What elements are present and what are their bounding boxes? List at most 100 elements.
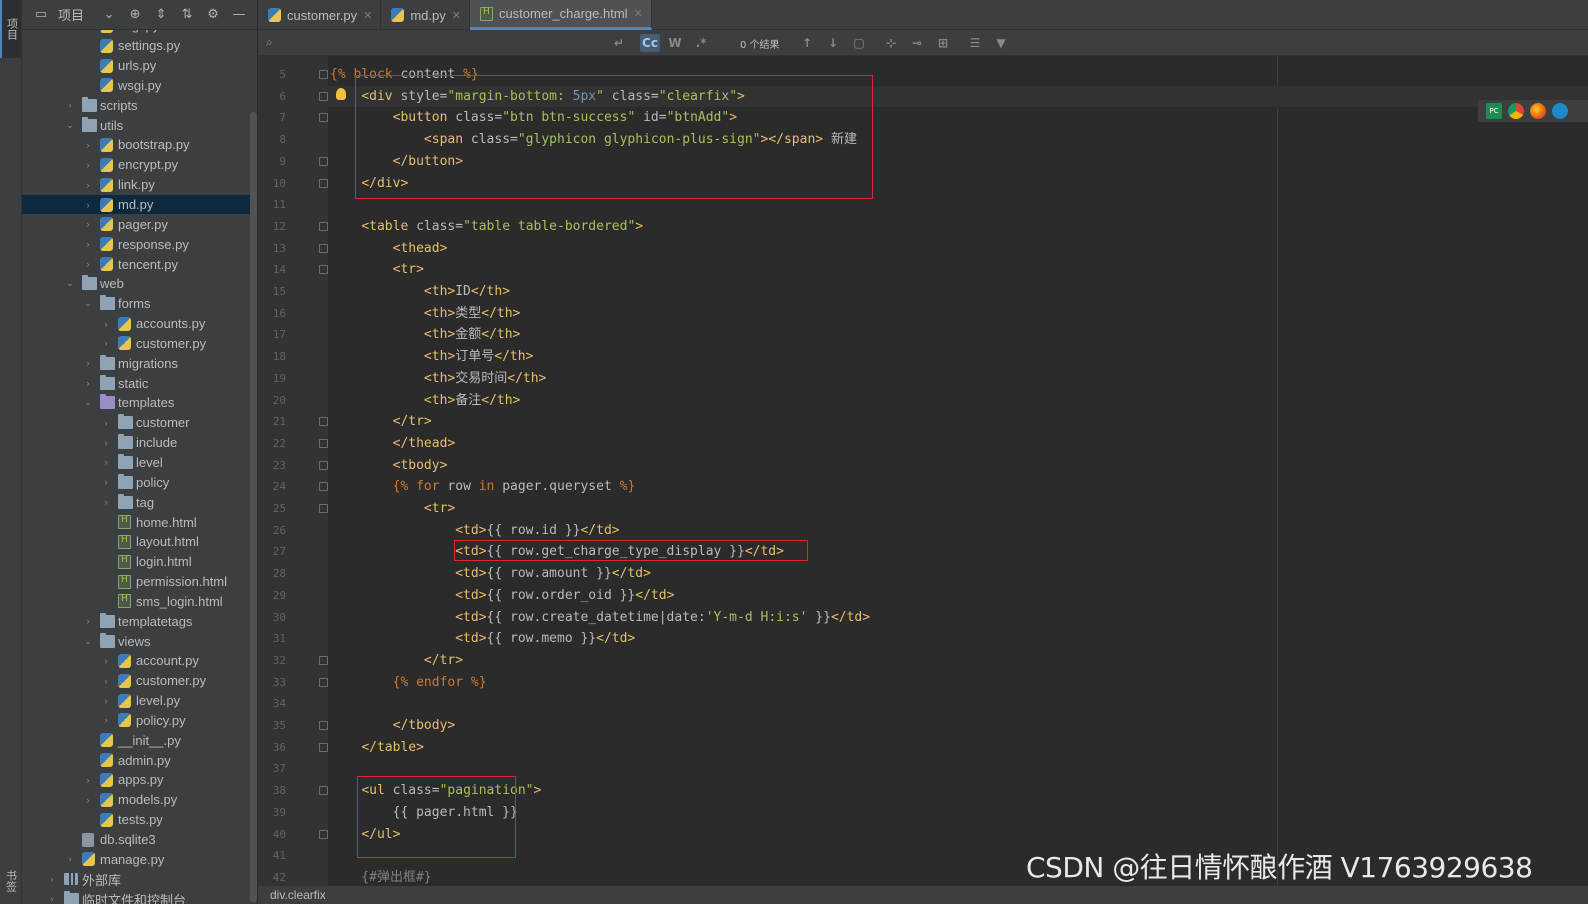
tree-item[interactable]: home.html [22, 512, 252, 532]
tree-item[interactable]: › models.py [22, 790, 252, 810]
chevron-down-icon[interactable]: ⌄ [64, 278, 76, 290]
chevron-right-icon[interactable]: › [100, 417, 112, 429]
fold-marker-icon[interactable] [319, 91, 328, 101]
collapse-all-icon[interactable]: ⇅ [178, 6, 196, 24]
chevron-right-icon[interactable]: › [82, 357, 94, 369]
chevron-right-icon[interactable]: › [46, 893, 58, 904]
lightbulb-icon[interactable] [336, 88, 346, 100]
tree-item[interactable]: › 外部库 [22, 869, 252, 889]
tree-item[interactable]: sms_login.html [22, 591, 252, 611]
firefox-icon[interactable] [1530, 103, 1546, 119]
fold-marker-icon[interactable] [319, 265, 328, 275]
fold-marker-icon[interactable] [319, 113, 328, 123]
fold-marker-icon[interactable] [319, 786, 328, 796]
tree-item[interactable]: › customer.py [22, 334, 252, 354]
chevron-right-icon[interactable]: › [100, 337, 112, 349]
chevron-down-icon[interactable]: ⌄ [100, 6, 118, 24]
tree-item[interactable]: ⌄ utils [22, 115, 252, 135]
tree-item[interactable]: admin.py [22, 750, 252, 770]
tree-item[interactable]: › templatetags [22, 611, 252, 631]
tree-item[interactable]: tests.py [22, 810, 252, 830]
tree-item[interactable]: › tag [22, 492, 252, 512]
locate-icon[interactable]: ⊕ [126, 6, 144, 24]
chevron-right-icon[interactable]: › [100, 437, 112, 449]
chevron-down-icon[interactable]: ⌄ [82, 397, 94, 409]
chevron-right-icon[interactable]: › [82, 258, 94, 270]
project-scrollbar[interactable] [250, 112, 257, 902]
tree-item[interactable]: ⌄ templates [22, 393, 252, 413]
tree-item[interactable]: › link.py [22, 175, 252, 195]
chevron-right-icon[interactable]: › [64, 99, 76, 111]
filter-options-icon[interactable]: ☰ [966, 34, 984, 52]
tree-item[interactable]: settings.py [22, 36, 252, 56]
tree-item[interactable]: › policy [22, 472, 252, 492]
tree-item[interactable]: urls.py [22, 56, 252, 76]
tree-item[interactable]: layout.html [22, 532, 252, 552]
fold-marker-icon[interactable] [319, 438, 328, 448]
chrome-icon[interactable] [1508, 103, 1524, 119]
hide-icon[interactable]: — [230, 6, 248, 24]
chevron-right-icon[interactable]: › [82, 179, 94, 191]
tree-item[interactable]: › account.py [22, 651, 252, 671]
fold-marker-icon[interactable] [319, 504, 328, 513]
search-input[interactable] [282, 33, 622, 53]
tree-item[interactable]: › static [22, 373, 252, 393]
fold-marker-icon[interactable] [319, 655, 328, 665]
project-view-selector[interactable]: 项目 [58, 5, 84, 24]
chevron-right-icon[interactable]: › [82, 139, 94, 151]
pycharm-icon[interactable]: PC [1486, 103, 1502, 119]
tree-item[interactable]: › migrations [22, 353, 252, 373]
tree-item[interactable]: › accounts.py [22, 314, 252, 334]
fold-marker-icon[interactable] [319, 829, 328, 839]
code-editor[interactable]: 5 6 7 8 9 10 11 12 13 14 15 16 17 18 19 20 21 22 23 24 25 26 2… [258, 56, 1588, 886]
close-icon[interactable]: ✕ [452, 9, 461, 22]
chevron-right-icon[interactable]: › [100, 456, 112, 468]
chevron-right-icon[interactable]: › [82, 238, 94, 250]
fold-marker-icon[interactable] [319, 243, 328, 253]
tree-item[interactable]: › include [22, 433, 252, 453]
edge-icon[interactable] [1552, 103, 1568, 119]
tree-item[interactable]: ⌄ forms [22, 294, 252, 314]
match-case-button[interactable]: Cc [640, 34, 660, 52]
editor-tab[interactable]: customer.py ✕ [258, 0, 382, 30]
fold-marker-icon[interactable] [319, 221, 328, 231]
editor-tab[interactable]: md.py ✕ [381, 0, 470, 30]
tree-item[interactable]: › manage.py [22, 849, 252, 869]
words-button[interactable]: W [666, 34, 684, 52]
add-selection-icon[interactable]: ⊹ [882, 34, 900, 52]
select-all-occurrences-icon[interactable]: ⊞ [934, 34, 952, 52]
chevron-down-icon[interactable]: ⌄ [82, 298, 94, 310]
chevron-right-icon[interactable]: › [100, 675, 112, 687]
tree-item[interactable]: › customer.py [22, 671, 252, 691]
chevron-right-icon[interactable]: › [82, 774, 94, 786]
gear-icon[interactable]: ⚙ [204, 6, 222, 24]
close-icon[interactable]: ✕ [363, 9, 372, 22]
chevron-right-icon[interactable]: › [82, 794, 94, 806]
fold-marker-icon[interactable] [319, 417, 328, 427]
chevron-right-icon[interactable]: › [82, 218, 94, 230]
arrow-up-icon[interactable]: ↑ [798, 34, 816, 52]
tree-item[interactable]: › response.py [22, 234, 252, 254]
tree-item[interactable]: › encrypt.py [22, 155, 252, 175]
close-icon[interactable]: ✕ [634, 7, 643, 20]
tree-item[interactable]: permission.html [22, 572, 252, 592]
tree-item[interactable]: › pager.py [22, 214, 252, 234]
tree-item[interactable]: ⌄ web [22, 274, 252, 294]
chevron-right-icon[interactable]: › [100, 318, 112, 330]
expand-all-icon[interactable]: ⇕ [152, 6, 170, 24]
tree-item[interactable]: wsgi.py [22, 76, 252, 96]
editor-tab[interactable]: customer_charge.html ✕ [469, 0, 652, 30]
chevron-right-icon[interactable]: › [82, 615, 94, 627]
tree-item[interactable]: login.html [22, 552, 252, 572]
chevron-right-icon[interactable]: › [82, 159, 94, 171]
fold-marker-icon[interactable] [319, 677, 328, 687]
tree-item[interactable]: › level [22, 453, 252, 473]
regex-button[interactable]: .* [692, 34, 710, 52]
tree-item[interactable]: __init__.py [22, 730, 252, 750]
chevron-down-icon[interactable]: ⌄ [82, 635, 94, 647]
chevron-down-icon[interactable]: ⌄ [64, 119, 76, 131]
chevron-right-icon[interactable]: › [82, 377, 94, 389]
filter-icon[interactable]: ▼ [992, 34, 1010, 52]
fold-marker-icon[interactable] [319, 482, 328, 492]
tree-item[interactable]: ⌄ views [22, 631, 252, 651]
